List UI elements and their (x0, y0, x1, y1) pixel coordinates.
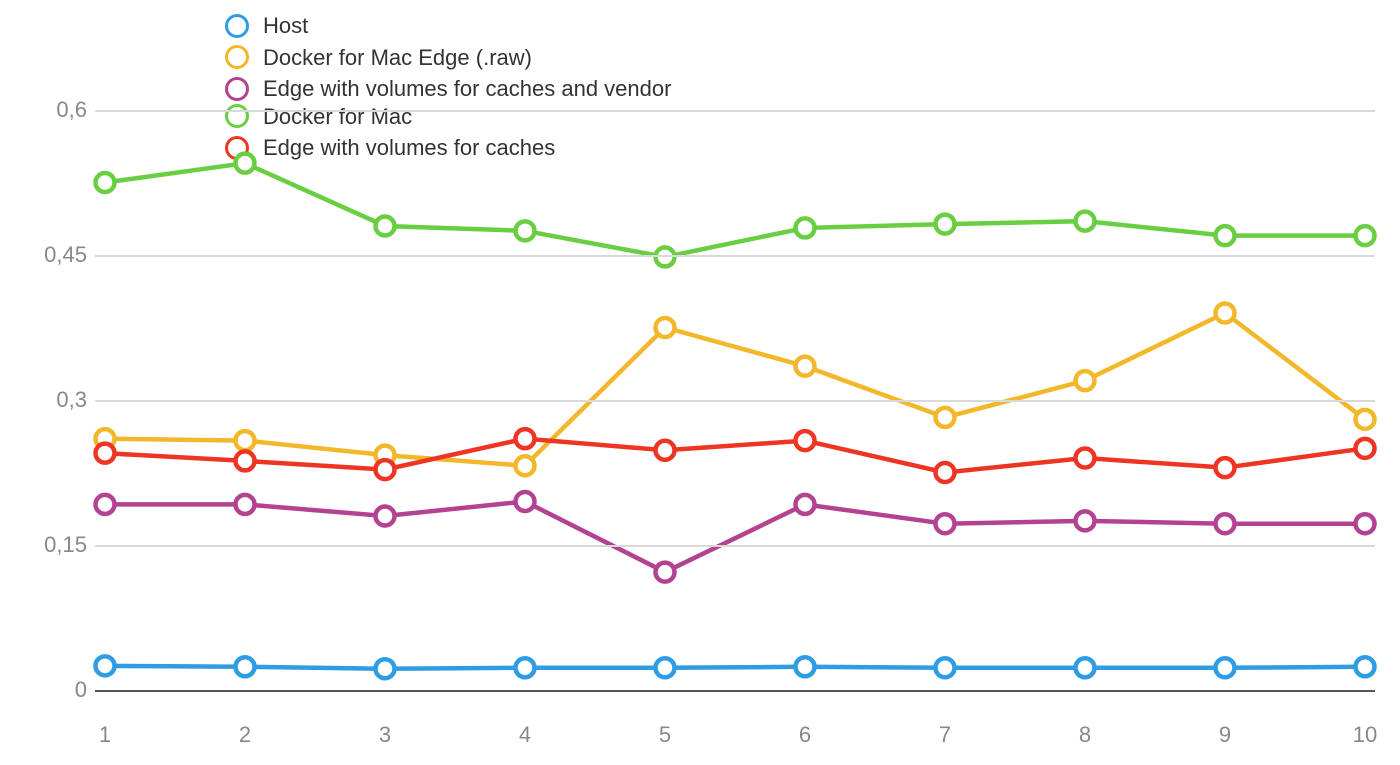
x-tick-label: 2 (239, 722, 251, 748)
data-point-marker (796, 218, 815, 237)
data-point-marker (516, 221, 535, 240)
data-point-marker (516, 658, 535, 677)
legend-item: Docker for Mac Edge (.raw) (225, 44, 785, 72)
data-point-marker (936, 658, 955, 677)
data-point-marker (236, 451, 255, 470)
data-point-marker (1356, 439, 1375, 458)
data-point-marker (1076, 449, 1095, 468)
y-tick-label: 0,3 (17, 387, 87, 413)
data-point-marker (376, 460, 395, 479)
data-point-marker (936, 514, 955, 533)
data-point-marker (796, 431, 815, 450)
data-point-marker (1356, 657, 1375, 676)
gridline (95, 255, 1375, 257)
data-point-marker (936, 463, 955, 482)
chart-svg (95, 110, 1375, 710)
data-point-marker (96, 173, 115, 192)
data-point-marker (1076, 511, 1095, 530)
data-point-marker (1076, 212, 1095, 231)
data-point-marker (96, 444, 115, 463)
data-point-marker (656, 441, 675, 460)
data-point-marker (1216, 458, 1235, 477)
legend-label: Docker for Mac Edge (.raw) (263, 44, 532, 72)
series-line (105, 666, 1365, 669)
legend-item: Host (225, 12, 785, 40)
gridline (95, 110, 1375, 112)
x-tick-label: 7 (939, 722, 951, 748)
data-point-marker (1356, 410, 1375, 429)
data-point-marker (656, 563, 675, 582)
data-point-marker (1076, 658, 1095, 677)
data-point-marker (236, 657, 255, 676)
gridline (95, 545, 1375, 547)
data-point-marker (96, 656, 115, 675)
x-tick-label: 3 (379, 722, 391, 748)
x-tick-label: 5 (659, 722, 671, 748)
x-axis-line (95, 690, 1375, 692)
y-tick-label: 0,15 (17, 532, 87, 558)
series-line (105, 163, 1365, 257)
series-line (105, 502, 1365, 573)
legend-marker-icon (225, 45, 249, 69)
data-point-marker (516, 492, 535, 511)
data-point-marker (516, 456, 535, 475)
gridline (95, 400, 1375, 402)
chart: Host Docker for Mac Edge (.raw) Edge with … (0, 0, 1400, 765)
y-tick-label: 0,45 (17, 242, 87, 268)
x-tick-label: 8 (1079, 722, 1091, 748)
data-point-marker (1216, 658, 1235, 677)
x-tick-label: 1 (99, 722, 111, 748)
data-point-marker (376, 659, 395, 678)
data-point-marker (1216, 226, 1235, 245)
data-point-marker (936, 408, 955, 427)
data-point-marker (936, 215, 955, 234)
legend-label: Edge with volumes for caches and vendor (263, 75, 671, 103)
data-point-marker (236, 154, 255, 173)
data-point-marker (236, 495, 255, 514)
data-point-marker (1216, 514, 1235, 533)
data-point-marker (516, 429, 535, 448)
y-tick-label: 0,6 (17, 97, 87, 123)
data-point-marker (796, 657, 815, 676)
y-tick-label: 0 (17, 677, 87, 703)
series-line (105, 313, 1365, 466)
x-tick-label: 4 (519, 722, 531, 748)
x-tick-label: 6 (799, 722, 811, 748)
data-point-marker (96, 495, 115, 514)
legend-item: Edge with volumes for caches and vendor (225, 75, 785, 103)
data-point-marker (1356, 226, 1375, 245)
data-point-marker (376, 507, 395, 526)
data-point-marker (1356, 514, 1375, 533)
data-point-marker (1076, 371, 1095, 390)
x-tick-label: 9 (1219, 722, 1231, 748)
data-point-marker (796, 357, 815, 376)
data-point-marker (376, 217, 395, 236)
data-point-marker (236, 431, 255, 450)
x-tick-label: 10 (1353, 722, 1377, 748)
plot-area: 00,150,30,450,612345678910 (95, 110, 1375, 710)
data-point-marker (1216, 304, 1235, 323)
legend-marker-icon (225, 77, 249, 101)
legend-marker-icon (225, 14, 249, 38)
data-point-marker (656, 658, 675, 677)
data-point-marker (656, 318, 675, 337)
data-point-marker (796, 495, 815, 514)
legend-label: Host (263, 12, 308, 40)
